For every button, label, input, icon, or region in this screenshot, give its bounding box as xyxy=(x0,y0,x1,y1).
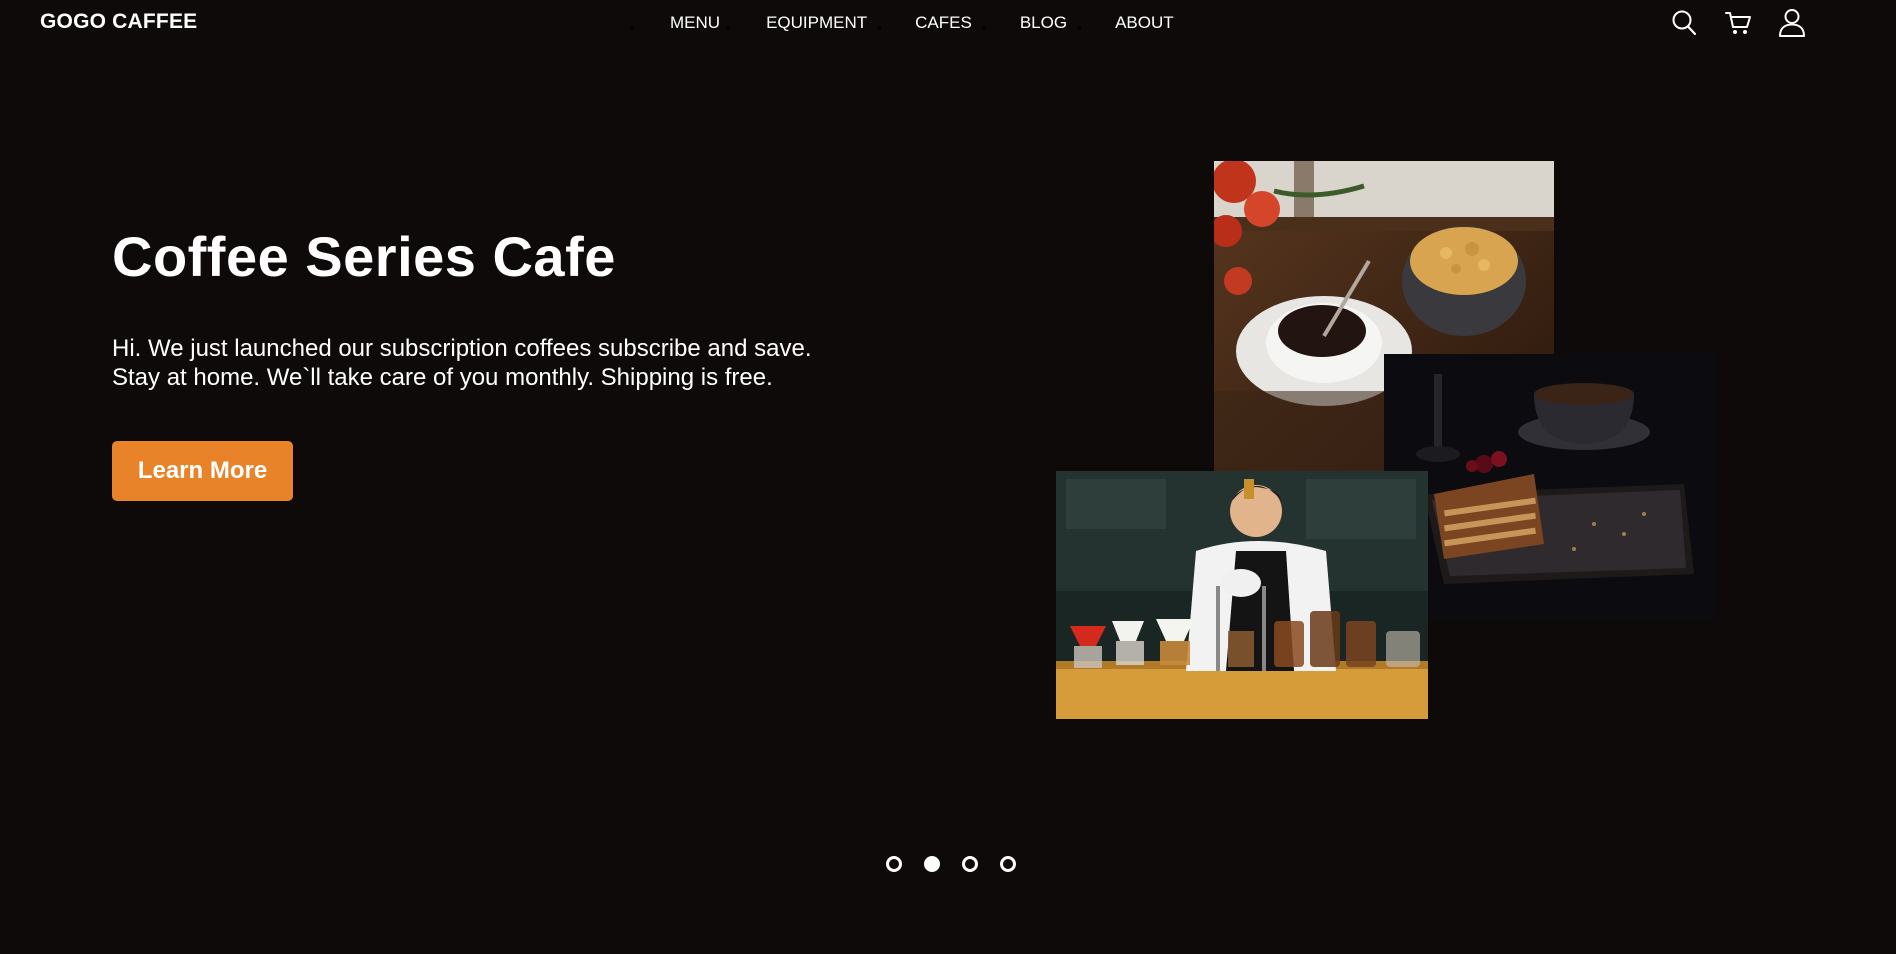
search-icon[interactable] xyxy=(1670,8,1698,38)
hero-description-line-1: Hi. We just launched our subscription co… xyxy=(112,335,812,362)
hero-description-line-2: Stay at home. We`ll take care of you mon… xyxy=(112,364,773,391)
carousel-dot-1[interactable] xyxy=(886,856,902,872)
cart-icon[interactable] xyxy=(1724,8,1752,38)
main-nav: MENU EQUIPMENT CAFES BLOG ABOUT xyxy=(630,13,1174,33)
nav-item-equipment[interactable]: EQUIPMENT xyxy=(766,13,867,33)
user-icon[interactable] xyxy=(1778,8,1806,38)
hero-description: Hi. We just launched our subscription co… xyxy=(112,334,932,392)
site-header: GOGO CAFFEE MENU EQUIPMENT CAFES BLOG AB… xyxy=(0,0,1896,46)
learn-more-button[interactable]: Learn More xyxy=(112,441,293,501)
nav-separator xyxy=(981,26,986,30)
nav-item-menu[interactable]: MENU xyxy=(670,13,720,33)
carousel-dots xyxy=(886,856,1016,872)
nav-item-cafes[interactable]: CAFES xyxy=(915,13,972,33)
barista-photo xyxy=(1056,471,1428,719)
nav-separator xyxy=(877,26,882,30)
carousel-dot-4[interactable] xyxy=(1000,856,1016,872)
carousel-dot-2[interactable] xyxy=(924,856,940,872)
nav-separator xyxy=(630,26,634,30)
nav-separator xyxy=(1077,26,1082,30)
nav-separator xyxy=(726,26,731,30)
nav-item-about[interactable]: ABOUT xyxy=(1115,13,1174,33)
header-icons xyxy=(1670,8,1806,38)
cake-and-tea-photo xyxy=(1384,354,1716,621)
carousel-dot-3[interactable] xyxy=(962,856,978,872)
hero-title: Coffee Series Cafe xyxy=(112,225,616,288)
nav-item-blog[interactable]: BLOG xyxy=(1020,13,1067,33)
brand-logo[interactable]: GOGO CAFFEE xyxy=(40,10,197,34)
